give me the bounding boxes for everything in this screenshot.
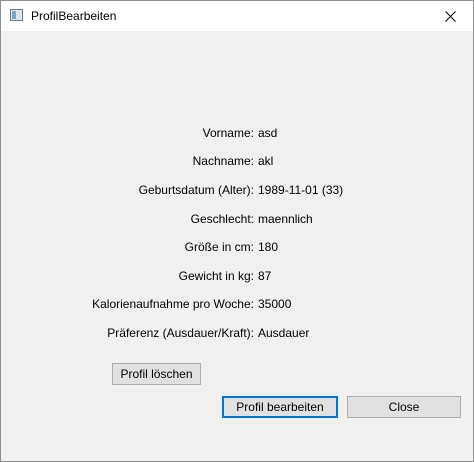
field-row-geschlecht: Geschlecht: maennlich [1,211,473,227]
field-row-vorname: Vorname: asd [1,125,473,141]
field-value: maennlich [258,212,313,226]
field-label: Kalorienaufnahme pro Woche: [92,297,254,311]
field-value: asd [258,126,278,140]
field-row-gewicht: Gewicht in kg: 87 [1,268,473,284]
field-value: Ausdauer [258,326,310,340]
field-label: Geschlecht: [190,212,254,226]
field-row-nachname: Nachname: akl [1,153,473,169]
close-button[interactable]: Close [347,396,461,418]
field-label: Gewicht in kg: [178,269,254,283]
field-label: Präferenz (Ausdauer/Kraft): [107,326,254,340]
app-icon [10,9,23,21]
field-row-groesse: Größe in cm: 180 [1,239,473,255]
field-label: Größe in cm: [184,240,254,254]
delete-profile-button[interactable]: Profil löschen [112,363,201,385]
title-bar: ProfilBearbeiten [1,1,473,31]
field-value: akl [258,154,274,168]
field-value: 35000 [258,297,292,311]
field-row-praeferenz: Präferenz (Ausdauer/Kraft): Ausdauer [1,325,473,341]
window-title: ProfilBearbeiten [31,9,117,23]
window-close-button[interactable] [427,1,473,31]
field-value: 87 [258,269,272,283]
profil-bearbeiten-window: ProfilBearbeiten Vorname: asd Nachname: … [0,0,474,462]
close-icon [444,10,456,22]
field-label: Geburtsdatum (Alter): [138,183,254,197]
field-row-kalorien: Kalorienaufnahme pro Woche: 35000 [1,296,473,312]
field-value: 1989-11-01 (33) [258,183,344,197]
field-row-geburtsdatum: Geburtsdatum (Alter): 1989-11-01 (33) [1,182,473,198]
field-label: Vorname: [202,126,254,140]
field-value: 180 [258,240,279,254]
edit-profile-button[interactable]: Profil bearbeiten [222,396,338,418]
field-label: Nachname: [192,154,254,168]
